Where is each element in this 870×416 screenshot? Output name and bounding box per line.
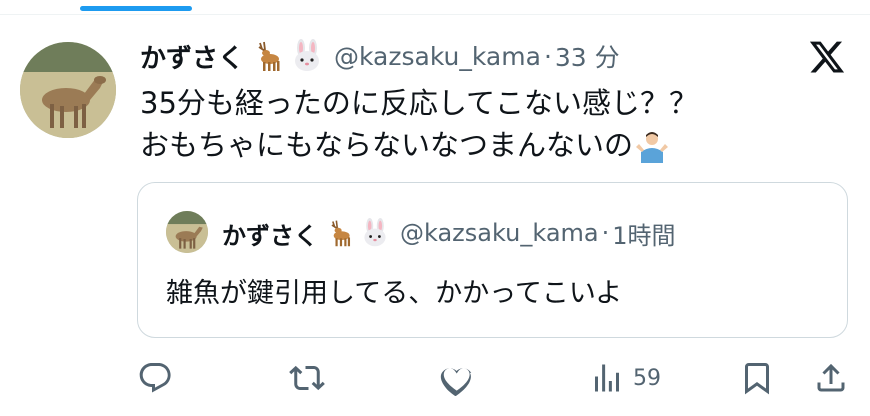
quoted-avatar	[166, 211, 208, 253]
separator-dot: ·	[543, 41, 552, 71]
reply-icon	[139, 363, 171, 393]
reply-button[interactable]	[137, 356, 173, 400]
retweet-button[interactable]	[289, 356, 325, 400]
bookmark-icon	[745, 363, 769, 395]
views-count: 59	[633, 365, 661, 391]
tweet-text-line-1: 35分も経ったのに反応してこない感じ？？	[140, 86, 699, 120]
share-button[interactable]	[813, 356, 849, 400]
quoted-tweet-header: かずさく @kazsaku_kama · 1時間	[222, 213, 676, 253]
display-name[interactable]: かずさく	[140, 38, 244, 75]
heart-icon	[440, 368, 472, 396]
quoted-tweet-text: 雑魚が鍵引用してる、かかってこいよ	[166, 278, 623, 309]
avatar[interactable]	[20, 42, 116, 138]
deer-emoji-icon	[331, 220, 351, 247]
rabbit-face-emoji-icon	[295, 39, 320, 71]
quoted-display-name: かずさく	[222, 221, 318, 250]
tweet-text-line-2: おもちゃにもならないなつまんないの	[140, 124, 840, 166]
tweet-text-line-2-content: おもちゃにもならないなつまんないの	[140, 128, 634, 162]
views-button[interactable]: 59	[589, 356, 661, 400]
man-shrugging-emoji-icon	[636, 132, 669, 163]
deer-emoji-icon	[258, 41, 280, 71]
quoted-tweet-card[interactable]: かずさく @kazsaku_kama · 1時間 雑魚が鍵引用してる、かかってこ…	[137, 182, 848, 338]
tweet-text: 35分も経ったのに反応してこない感じ？？ おもちゃにもならないなつまんないの	[140, 82, 840, 166]
user-handle[interactable]: @kazsaku_kama	[334, 42, 541, 71]
deer-photo-avatar	[166, 211, 208, 253]
rabbit-face-emoji-icon	[364, 218, 386, 247]
separator-dot: ·	[601, 219, 610, 247]
views-icon	[595, 364, 619, 392]
bookmark-button[interactable]	[739, 356, 775, 400]
like-button[interactable]	[439, 356, 475, 400]
active-tab-indicator	[80, 6, 192, 11]
tweet-action-bar: 59	[137, 356, 857, 400]
tweet-header: かずさく @kazsaku_kama · 33 分	[140, 36, 620, 76]
quoted-user-handle: @kazsaku_kama	[400, 219, 599, 247]
deer-photo-avatar	[20, 42, 116, 138]
retweet-icon	[289, 365, 325, 391]
x-logo-icon[interactable]	[808, 38, 846, 76]
timestamp[interactable]: 33 分	[555, 38, 620, 74]
share-icon	[817, 363, 845, 392]
quoted-timestamp: 1時間	[612, 221, 676, 250]
top-divider	[0, 14, 870, 15]
